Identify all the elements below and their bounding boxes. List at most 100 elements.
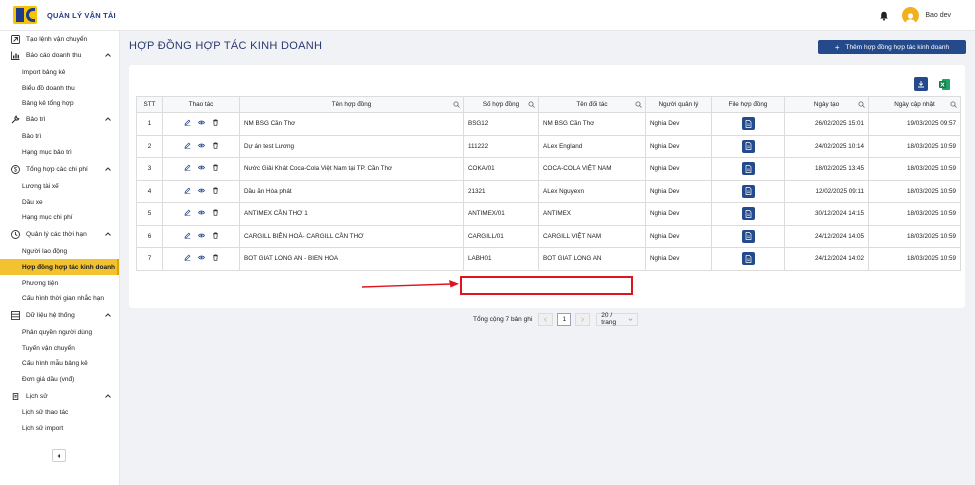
search-icon[interactable] — [453, 101, 460, 108]
sidebar-item-cau-hinh-mau-bang-ke[interactable]: Cấu hình mẫu bảng kê — [0, 355, 119, 371]
sidebar-item-nguoi-lao-dong[interactable]: Người lao động — [0, 243, 119, 259]
table-row: 2 Dự án test Lương 111222 ALex England Nghia… — [136, 134, 961, 158]
sidebar-group-label: Lịch sử — [26, 392, 48, 400]
edit-icon[interactable] — [184, 187, 191, 194]
delete-icon[interactable] — [212, 119, 219, 126]
delete-icon[interactable] — [212, 187, 219, 194]
cell-partner-name: COCA-COLA VIỆT NAM — [538, 157, 646, 181]
col-contract-file: File hợp đồng — [711, 96, 785, 113]
collapse-sidebar-button[interactable] — [52, 449, 66, 462]
delete-icon[interactable] — [212, 232, 219, 239]
avatar[interactable] — [902, 7, 920, 24]
sidebar-item-import-bang-ke[interactable]: Import bảng kê — [0, 64, 119, 80]
sidebar-item-bieu-do-doanh-thu[interactable]: Biểu đồ doanh thu — [0, 80, 119, 96]
cell-contract-file — [711, 224, 785, 248]
file-icon[interactable] — [741, 184, 755, 198]
edit-icon[interactable] — [184, 209, 191, 217]
add-contract-button[interactable]: + Thêm hợp đồng hợp tác kinh doanh — [818, 40, 966, 54]
cell-created-date: 18/02/2025 13:45 — [784, 157, 869, 181]
delete-icon[interactable] — [212, 254, 219, 261]
sidebar-item-tuyen-van-chuyen[interactable]: Tuyến vận chuyển — [0, 340, 119, 356]
delete-icon[interactable] — [212, 209, 219, 216]
sidebar-group-dispatch[interactable]: Tạo lệnh vận chuyển — [0, 31, 120, 47]
edit-icon[interactable] — [184, 232, 191, 239]
sidebar-group-system-data[interactable]: Dữ liệu hệ thống — [0, 307, 120, 323]
edit-icon[interactable] — [184, 164, 191, 172]
download-button[interactable] — [914, 77, 928, 91]
file-icon[interactable] — [741, 139, 755, 153]
search-icon[interactable] — [528, 101, 535, 108]
user-name[interactable]: Bao dev — [925, 12, 951, 19]
file-icon[interactable] — [741, 229, 755, 243]
col-contract-number[interactable]: Số hợp đồng — [463, 96, 539, 113]
view-icon[interactable] — [197, 164, 205, 171]
col-partner-name[interactable]: Tên đối tác — [538, 96, 646, 113]
cell-manager: Nghia Dev — [645, 157, 712, 181]
sidebar-item-lich-su-thao-tac[interactable]: Lịch sử thao tác — [0, 404, 119, 420]
prev-page-button[interactable] — [538, 312, 554, 326]
edit-icon[interactable] — [184, 142, 191, 149]
col-created-date[interactable]: Ngày tạo — [784, 96, 869, 113]
export-excel-button[interactable] — [937, 77, 951, 91]
sidebar-item-phuong-tien[interactable]: Phương tiện — [0, 275, 119, 291]
delete-icon[interactable] — [212, 164, 219, 171]
cell-updated-date: 18/03/2025 10:59 — [868, 134, 961, 158]
plus-icon: + — [834, 42, 840, 52]
search-icon[interactable] — [635, 101, 642, 108]
search-icon[interactable] — [858, 101, 865, 108]
chevron-up-icon — [105, 167, 111, 171]
sidebar-group-costs[interactable]: $ Tổng hợp các chi phí — [0, 161, 120, 177]
sidebar-group-history[interactable]: Lịch sử — [0, 388, 120, 404]
dollar-icon: $ — [11, 164, 20, 174]
app-logo[interactable] — [13, 6, 37, 24]
cell-created-date: 30/12/2024 14:15 — [784, 202, 869, 226]
file-icon[interactable] — [741, 117, 755, 131]
cell-updated-date: 18/03/2025 10:59 — [868, 224, 961, 248]
sidebar-item-hop-dong-hop-tac-kinh-doanh[interactable]: Hợp đồng hợp tác kinh doanh — [0, 259, 119, 275]
sidebar-item-hang-muc-bao-tri[interactable]: Hạng mục bảo trì — [0, 144, 119, 160]
search-icon[interactable] — [950, 101, 957, 108]
next-page-button[interactable] — [575, 312, 591, 326]
page-size-select[interactable]: 20 / trang — [596, 312, 639, 326]
sidebar-item-don-gia-dau[interactable]: Đơn giá dầu (vnđ) — [0, 371, 119, 387]
annotation-highlight-box — [460, 276, 633, 295]
sidebar-item-luong-tai-xe[interactable]: Lương tài xế — [0, 178, 119, 194]
view-icon[interactable] — [197, 187, 205, 194]
col-label: Ngày tạo — [813, 101, 840, 108]
sidebar-group-maintenance[interactable]: Bảo trì — [0, 111, 120, 127]
sidebar-group-deadlines[interactable]: Quản lý các thời hạn — [0, 226, 120, 242]
sidebar-item-bao-tri[interactable]: Bảo trì — [0, 128, 119, 144]
view-icon[interactable] — [197, 142, 205, 149]
sidebar-item-bang-ke-tong-hop[interactable]: Bảng kê tổng hợp — [0, 95, 119, 111]
sidebar-item-lich-su-import[interactable]: Lịch sử import — [0, 420, 119, 436]
view-icon[interactable] — [197, 254, 205, 261]
excel-icon — [938, 78, 950, 90]
col-contract-name[interactable]: Tên hợp đồng — [239, 96, 464, 113]
delete-icon[interactable] — [212, 142, 219, 149]
sidebar-group-label: Dữ liệu hệ thống — [26, 311, 75, 319]
table-row: 1 NM BSG Cần Thơ BSG12 NM BSG Cần Thơ Nghia … — [136, 112, 961, 136]
cell-contract-number: 21321 — [463, 179, 539, 203]
cell-updated-date: 18/03/2025 10:59 — [868, 202, 961, 226]
bell-icon[interactable] — [879, 11, 889, 21]
sidebar-item-dau-xe[interactable]: Dầu xe — [0, 194, 119, 210]
view-icon[interactable] — [197, 119, 205, 126]
cell-updated-date: 18/03/2025 10:59 — [868, 247, 961, 271]
file-icon[interactable] — [741, 162, 755, 176]
cell-created-date: 24/02/2025 10:14 — [784, 134, 869, 158]
file-icon[interactable] — [741, 207, 755, 221]
sidebar-item-hang-muc-chi-phi[interactable]: Hạng mục chi phí — [0, 209, 119, 225]
col-updated-date[interactable]: Ngày cập nhật — [868, 96, 961, 113]
view-icon[interactable] — [197, 209, 205, 216]
edit-icon[interactable] — [184, 119, 191, 127]
current-page[interactable]: 1 — [557, 312, 572, 326]
sidebar-item-phan-quyen[interactable]: Phân quyền người dùng — [0, 324, 119, 340]
cell-contract-file — [711, 157, 785, 181]
view-icon[interactable] — [197, 232, 205, 239]
cell-contract-name: NM BSG Cần Thơ — [239, 112, 464, 136]
edit-icon[interactable] — [184, 254, 191, 262]
cell-partner-name: NM BSG Cần Thơ — [538, 112, 646, 136]
sidebar-group-revenue[interactable]: Báo cáo doanh thu — [0, 47, 120, 63]
sidebar-item-cau-hinh-thoi-gian[interactable]: Cấu hình thời gian nhắc hạn — [0, 290, 119, 306]
file-icon[interactable] — [741, 252, 755, 266]
